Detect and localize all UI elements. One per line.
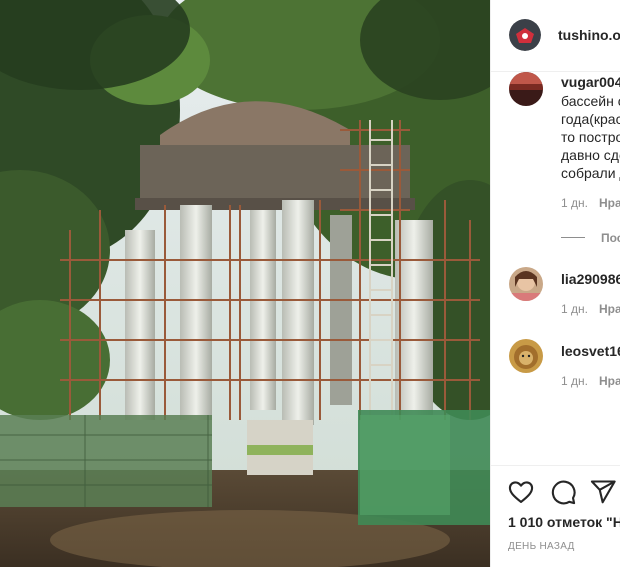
comment-username[interactable]: leosvet16 bbox=[561, 343, 620, 359]
comment-time[interactable]: 1 дн. bbox=[561, 302, 588, 316]
author-avatar[interactable] bbox=[509, 19, 541, 51]
share-icon[interactable] bbox=[589, 478, 617, 506]
heart-icon[interactable] bbox=[507, 478, 535, 506]
comment-time[interactable]: 1 дн. bbox=[561, 374, 588, 388]
post-header: tushino.o bbox=[491, 0, 620, 72]
comments-panel: tushino.o vugar004 бассейн с года(крас т… bbox=[490, 0, 620, 567]
likes-count[interactable]: 1 010 отметок "Н bbox=[508, 514, 620, 530]
comment-like-link[interactable]: Нра bbox=[599, 374, 620, 388]
comment-username[interactable]: vugar004 bbox=[561, 74, 620, 90]
comment-time[interactable]: 1 дн. bbox=[561, 196, 588, 210]
comment-avatar[interactable] bbox=[509, 267, 543, 301]
comment-like-link[interactable]: Нра bbox=[599, 196, 620, 210]
post-actions: 1 010 отметок "Н ДЕНЬ НАЗАД bbox=[491, 465, 620, 567]
comment-username[interactable]: lia290986 bbox=[561, 271, 620, 287]
comment-text-line: бассейн с bbox=[561, 93, 620, 109]
comment-text-line: то постро bbox=[561, 129, 620, 145]
view-replies-button[interactable]: Пос bbox=[561, 229, 620, 247]
comment-icon[interactable] bbox=[549, 478, 577, 506]
park-pavilion-scaffolding-image bbox=[0, 0, 490, 567]
post-date[interactable]: ДЕНЬ НАЗАД bbox=[508, 541, 575, 552]
post-photo[interactable] bbox=[0, 0, 490, 567]
comment-text-line: собрали д bbox=[561, 165, 620, 181]
comment-avatar[interactable] bbox=[509, 339, 543, 373]
comment-avatar[interactable] bbox=[509, 72, 543, 106]
comment-text-line: давно сде bbox=[561, 147, 620, 163]
view-replies-label: Пос bbox=[601, 231, 620, 245]
comment-text-line: года(крас bbox=[561, 111, 620, 127]
comment-like-link[interactable]: Нра bbox=[599, 302, 620, 316]
author-username[interactable]: tushino.o bbox=[558, 27, 620, 43]
replies-divider bbox=[561, 237, 585, 238]
